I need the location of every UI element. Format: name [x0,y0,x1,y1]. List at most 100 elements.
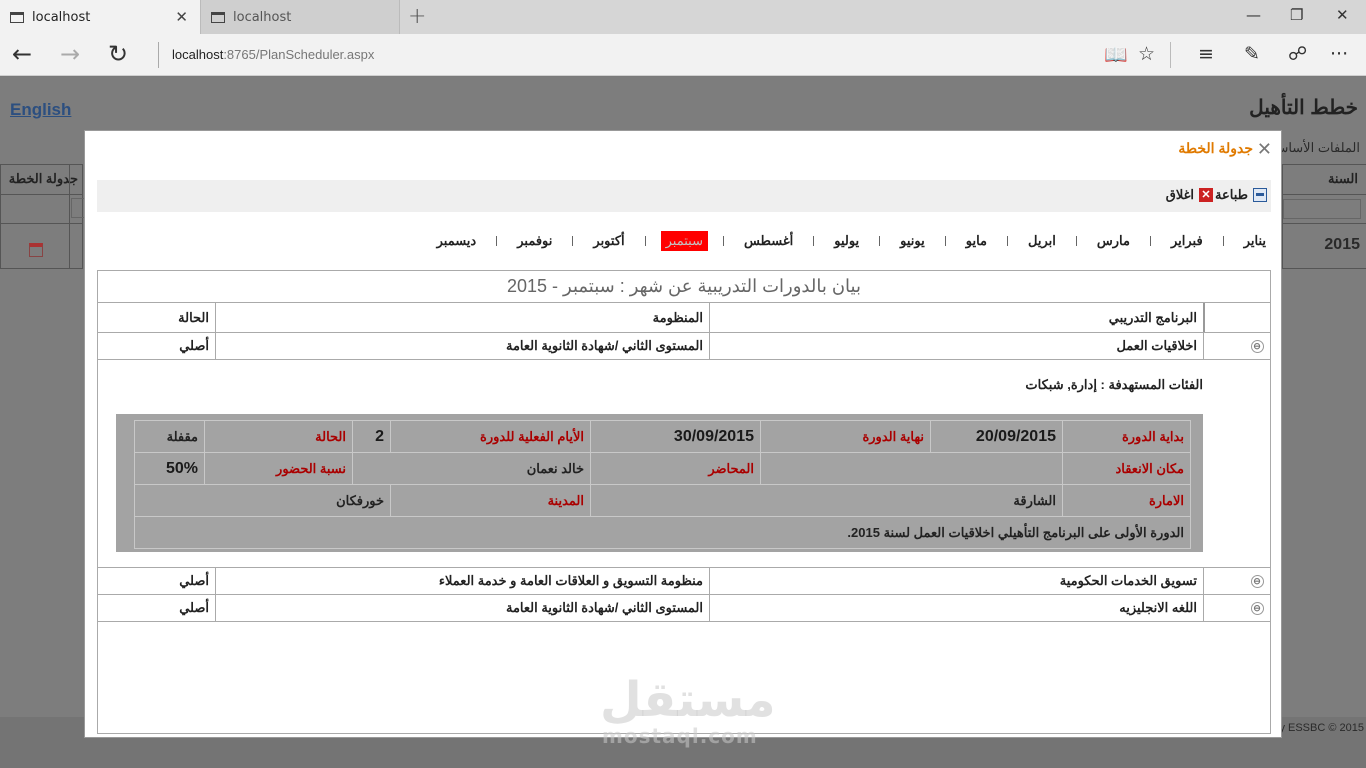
divider [69,165,70,268]
print-button[interactable]: طباعة [1215,187,1267,203]
url-field[interactable]: localhost:8765/PlanScheduler.aspx [172,47,374,62]
month-tab[interactable]: فبراير [1166,231,1208,251]
reading-view-icon[interactable]: 📖 [1104,43,1128,66]
expand-arrow-icon[interactable]: ⊖ [1250,601,1264,615]
close-x-icon: ✕ [1199,188,1213,202]
browser-tab-bar: localhost ✕ localhost + — ❐ ✕ [0,0,1366,34]
month-tab[interactable]: يوليو [829,231,864,251]
page-icon [211,11,225,23]
forward-arrow-icon[interactable]: → [60,40,80,68]
month-separator [1222,236,1224,246]
status-cell: أصلي [179,573,209,588]
target-groups: الفئات المستهدفة : إدارة, شبكات [1025,377,1203,392]
calendar-icon[interactable] [29,243,43,257]
watermark-logo: مستقل [600,672,776,728]
month-tab[interactable]: أغسطس [739,231,798,251]
column-header: السنة [1283,165,1366,195]
minimize-icon[interactable]: — [1246,6,1261,24]
column-header-status: الحالة [178,309,209,325]
more-icon[interactable]: ··· [1330,43,1348,65]
lecturer-value: خالد نعمان [352,452,591,485]
table-row[interactable]: ⊖ اخلاقيات العمل المستوى الثاني /شهادة ا… [98,333,1270,360]
month-tab[interactable]: يونيو [895,231,930,251]
table-row[interactable]: ⊖ تسويق الخدمات الحكومية منظومة التسويق … [98,568,1270,595]
system-cell: المستوى الثاني /شهادة الثانوية العامة [215,333,709,359]
program-cell: تسويق الخدمات الحكومية [709,568,1203,594]
close-button-label: اغلاق [1165,187,1194,202]
attendance-value: 50% [134,452,205,485]
month-tab[interactable]: مايو [961,231,992,251]
filter-input[interactable] [71,198,85,218]
city-label: المدينة [390,484,591,517]
divider [1170,42,1171,68]
filter-input[interactable] [1283,199,1361,219]
month-separator [496,236,498,246]
month-tabs: يناير فبراير مارس ابريل مايو يونيو يوليو أغسطس س… [97,230,1271,252]
filter-row [1283,195,1366,224]
start-date-label: بداية الدورة [1062,420,1191,453]
tab-title: localhost [233,9,292,25]
start-date-value: 20/09/2015 [930,420,1063,453]
printer-icon [1253,188,1267,202]
favorite-star-icon[interactable]: ☆ [1138,43,1155,65]
venue-value [760,452,1063,485]
month-tab[interactable]: يناير [1239,231,1271,251]
share-icon[interactable]: ☍ [1288,43,1307,65]
expand-cell[interactable]: ⊖ [1203,568,1270,594]
divider [158,42,159,68]
status-cell: أصلي [179,600,209,615]
year-cell: 2015 [1324,236,1360,253]
venue-label: مكان الانعقاد [1062,452,1191,485]
collapse-arrow-icon[interactable]: ⊖ [1250,339,1264,353]
dialog-close-icon[interactable]: ✕ [1257,140,1272,158]
report-title: بيان بالدورات التدريبية عن شهر : سبتمبر … [98,271,1270,303]
url-path: :8765/PlanScheduler.aspx [223,47,375,62]
window-close-icon[interactable]: ✕ [1336,6,1349,24]
month-tab[interactable]: سبتمبر [660,231,708,251]
status-value: مقفلة [134,420,205,453]
lecturer-label: المحاضر [590,452,761,485]
month-tab[interactable]: ديسمبر [432,231,482,251]
plan-schedule-dialog: ✕ جدولة الخطة اغلاق ✕ طباعة يناير فبراير م… [84,130,1282,738]
month-tab[interactable]: مارس [1092,231,1135,251]
new-tab-icon[interactable]: + [408,4,426,29]
schedule-grid-left: جدولة الخطة [0,164,85,269]
month-separator [813,236,815,246]
web-note-icon[interactable]: ✎ [1244,43,1260,65]
table-header-row: البرنامج التدريبي المنظومة الحالة [98,303,1270,333]
month-separator [722,236,724,246]
month-separator [644,236,646,246]
program-cell: اخلاقيات العمل [709,333,1203,359]
english-language-link[interactable]: English [10,100,71,120]
watermark-url: mostaql.com [602,724,758,748]
column-header-system: المنظومة [215,303,709,332]
refresh-icon[interactable]: ↻ [108,40,128,68]
status-cell: أصلي [179,338,209,353]
browser-tab-inactive[interactable]: localhost [200,0,400,34]
schedule-grid-right: السنة 2015 [1282,164,1366,269]
expand-arrow-icon[interactable]: ⊖ [1250,574,1264,588]
month-tab[interactable]: نوفمبر [512,231,557,251]
city-value: خورفكان [134,484,391,517]
print-button-label: طباعة [1215,187,1248,202]
actual-days-value: 2 [352,420,391,453]
tab-title: localhost [32,9,91,25]
system-cell: منظومة التسويق و العلاقات العامة و خدمة … [215,568,709,594]
table-row[interactable]: ⊖ اللغه الانجليزيه المستوى الثاني /شهادة… [98,595,1270,622]
back-arrow-icon[interactable]: ← [12,40,32,68]
course-description: الدورة الأولى على البرنامج التأهيلي اخلا… [134,516,1191,549]
browser-tab-active[interactable]: localhost ✕ [0,0,200,34]
close-tab-icon[interactable]: ✕ [175,8,188,26]
month-separator [944,236,946,246]
month-tab[interactable]: أكتوبر [588,231,629,251]
close-button[interactable]: اغلاق ✕ [1166,187,1213,203]
system-cell: المستوى الثاني /شهادة الثانوية العامة [215,595,709,621]
month-separator [1149,236,1151,246]
expand-cell[interactable]: ⊖ [1203,333,1270,359]
month-separator [879,236,881,246]
restore-icon[interactable]: ❐ [1290,6,1303,24]
month-tab[interactable]: ابريل [1023,231,1061,251]
expand-cell[interactable]: ⊖ [1203,595,1270,621]
end-date-label: نهاية الدورة [760,420,931,453]
hub-icon[interactable]: ≡ [1198,43,1214,65]
